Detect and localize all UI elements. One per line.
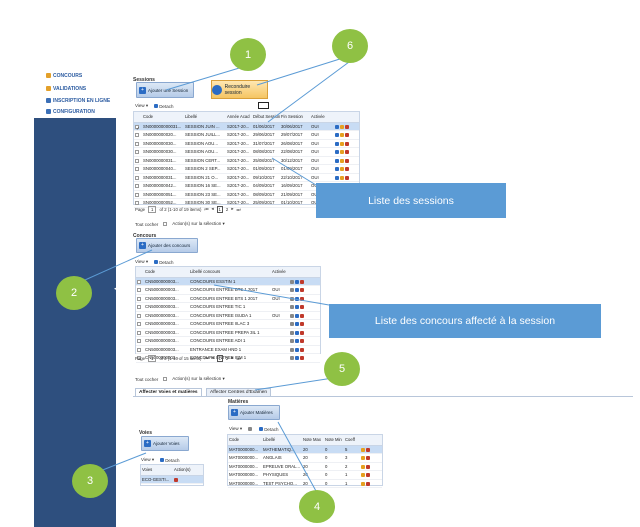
arrow-5 <box>254 377 334 391</box>
callout-6: 6 <box>332 29 368 63</box>
callout-3: 3 <box>72 464 108 498</box>
concours-list-annotation: Liste des concours affecté à la session <box>329 304 601 338</box>
annotation-arrows <box>75 57 350 492</box>
callout-5: 5 <box>324 352 360 386</box>
callout-1: 1 <box>230 38 266 71</box>
sessions-list-annotation: Liste des sessions <box>316 183 506 218</box>
arrow-2 <box>75 249 153 285</box>
arrow-sessions-list <box>271 157 317 186</box>
arrow-4 <box>277 421 317 492</box>
callout-2: 2 <box>56 276 92 310</box>
arrow-1 <box>165 65 247 91</box>
arrow-6b <box>267 61 350 123</box>
arrow-concours-list <box>213 284 330 306</box>
arrow-6a <box>256 57 344 86</box>
callout-4: 4 <box>299 490 335 523</box>
